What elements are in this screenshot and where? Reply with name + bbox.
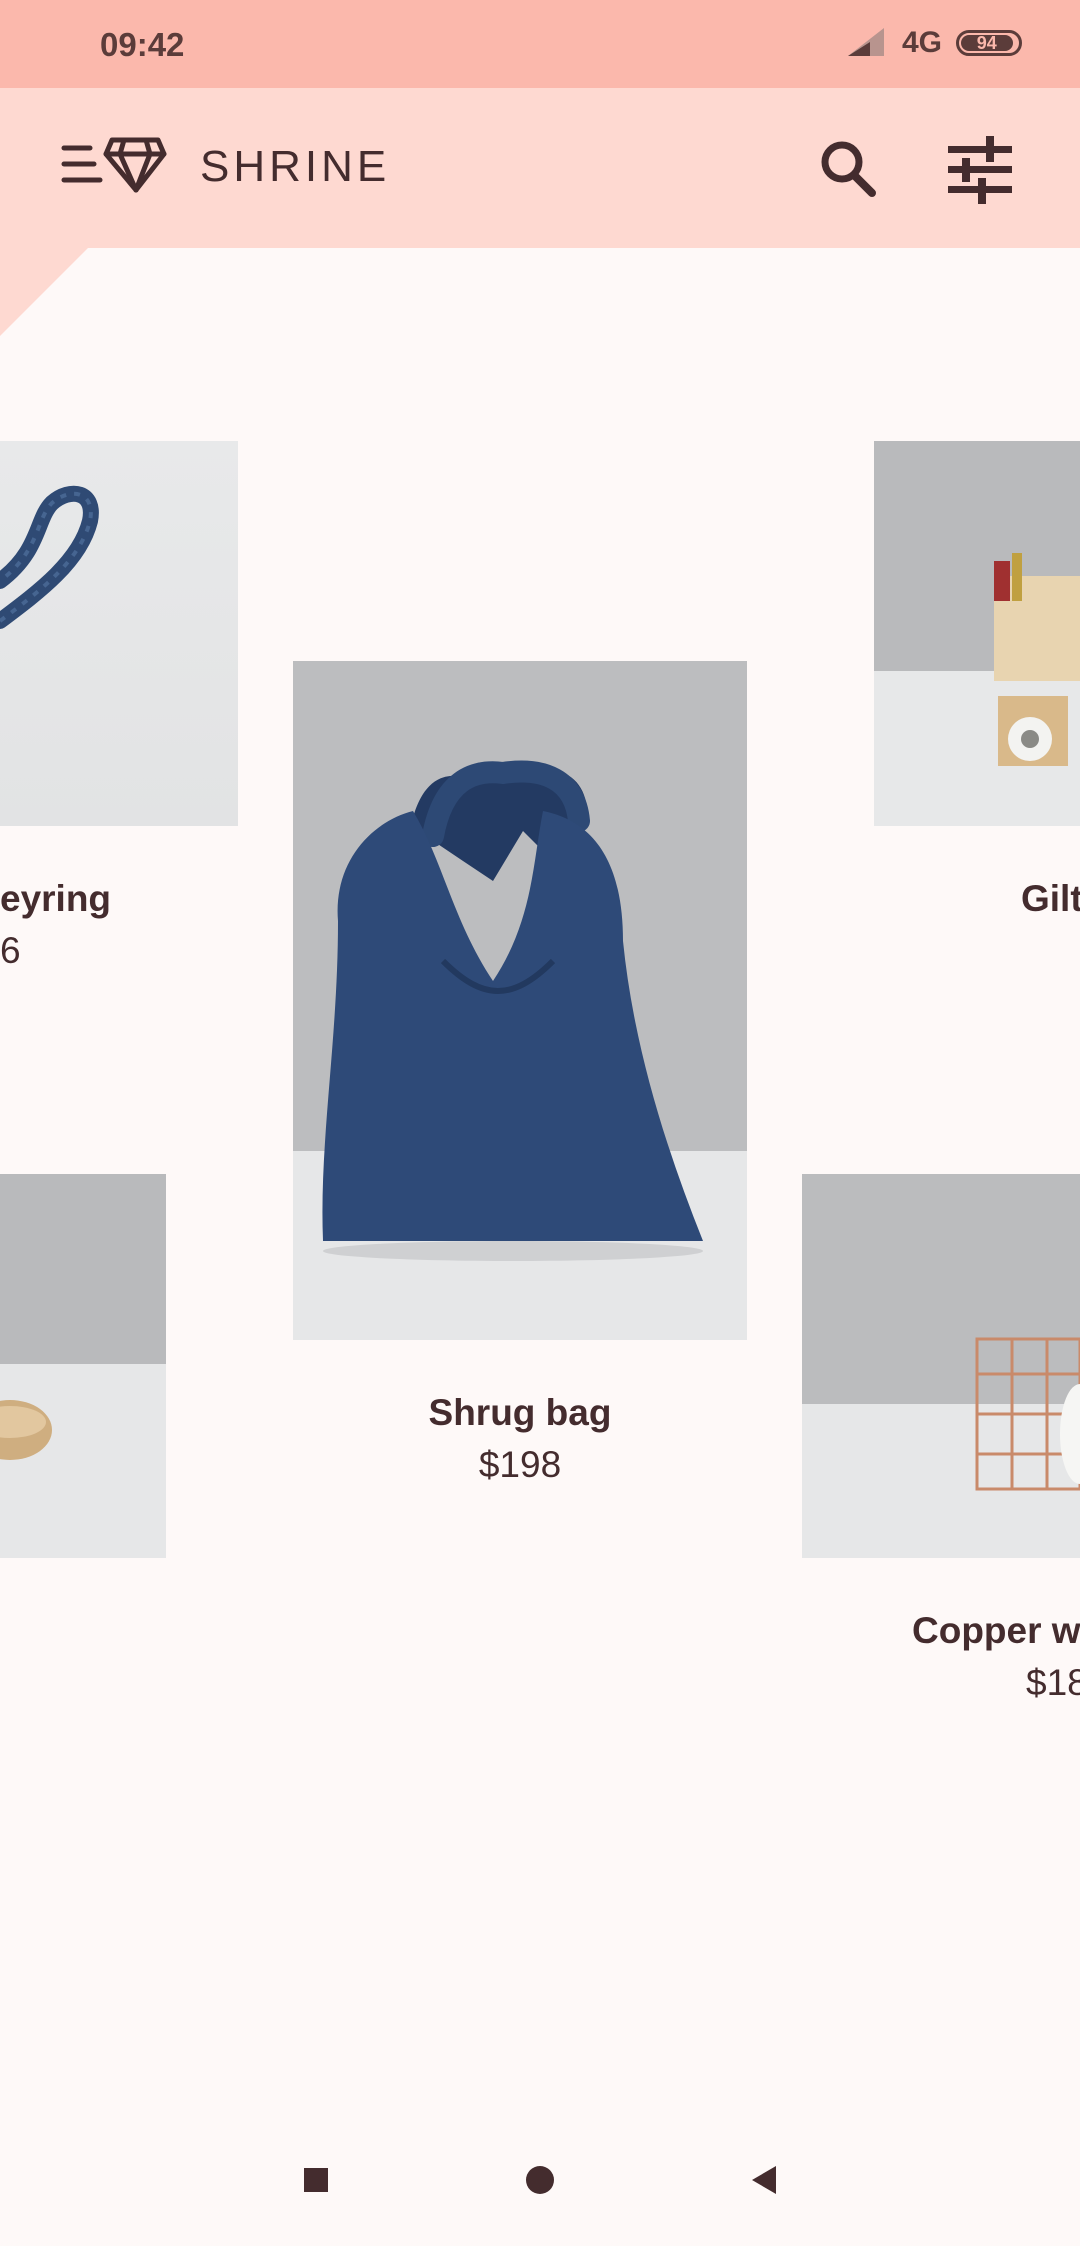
status-indicators: 4G 94 (844, 26, 1022, 60)
back-triangle-icon[interactable] (742, 2158, 786, 2202)
status-time: 09:42 (100, 26, 185, 63)
product-price: $18 (1026, 1662, 1080, 1703)
app-title: SHRINE (200, 142, 391, 191)
menu-icon[interactable] (60, 132, 168, 196)
product-price: 6 (0, 930, 21, 971)
network-label: 4G (901, 26, 942, 59)
top-app-bar: SHRINE (0, 88, 1080, 248)
product-image-keyring[interactable] (0, 441, 238, 826)
product-name: Shrug bag (428, 1392, 612, 1433)
backdrop-notch (0, 246, 90, 336)
product-name: Gilt (1021, 878, 1080, 919)
search-icon[interactable] (808, 130, 888, 210)
product-name: Copper w (912, 1610, 1080, 1651)
product-image-copper-wire[interactable] (802, 1174, 1080, 1558)
system-nav-bar (0, 2114, 1080, 2246)
product-name: eyring (0, 878, 112, 919)
product-image-shrug-bag[interactable] (293, 661, 747, 1340)
battery-icon: 94 (956, 30, 1022, 56)
diamond-logo-icon (103, 137, 167, 193)
product-price: $198 (478, 1444, 562, 1485)
product-image-partial-left[interactable] (0, 1174, 166, 1558)
signal-icon (847, 28, 884, 56)
product-image-gilt[interactable] (874, 441, 1080, 826)
recents-square-icon[interactable] (294, 2158, 338, 2202)
status-bar: 09:42 4G 94 (0, 0, 1080, 88)
battery-level: 94 (961, 33, 1013, 53)
home-circle-icon[interactable] (518, 2158, 562, 2202)
tune-icon[interactable] (936, 130, 1024, 210)
